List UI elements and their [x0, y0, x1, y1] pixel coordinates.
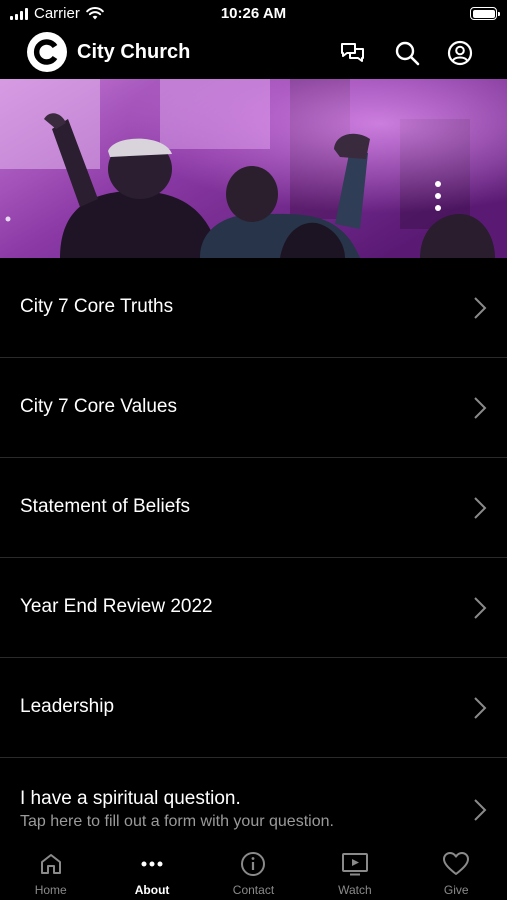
menu-item-leadership[interactable]: Leadership — [0, 658, 507, 758]
chevron-right-icon — [474, 799, 487, 821]
app-title: City Church — [77, 41, 191, 63]
tab-contact[interactable]: Contact — [203, 842, 304, 900]
menu-item-spiritual-question[interactable]: I have a spiritual question. Tap here to… — [0, 758, 507, 848]
tab-label: Contact — [232, 883, 275, 897]
menu-item-core-truths[interactable]: City 7 Core Truths — [0, 258, 507, 358]
status-bar: Carrier 10:26 AM — [0, 0, 507, 28]
tab-label: Home — [34, 883, 67, 897]
menu-item-label: Year End Review 2022 — [20, 596, 213, 617]
chevron-right-icon — [474, 397, 487, 419]
tab-label: Give — [443, 883, 469, 897]
chat-icon[interactable] — [338, 38, 368, 68]
more-dots-icon — [138, 850, 166, 878]
chevron-right-icon — [474, 597, 487, 619]
menu-item-label: Statement of Beliefs — [20, 496, 191, 517]
menu-item-label: City 7 Core Truths — [20, 296, 174, 317]
tab-bar: Home About Contact Watch Give — [0, 842, 507, 900]
menu-item-statement-of-beliefs[interactable]: Statement of Beliefs — [0, 458, 507, 558]
tv-play-icon — [341, 850, 369, 878]
profile-icon[interactable] — [445, 38, 475, 68]
chevron-right-icon — [474, 697, 487, 719]
menu-item-label: City 7 Core Values — [20, 396, 177, 417]
menu-item-label: Leadership — [20, 696, 115, 717]
tab-give[interactable]: Give — [406, 842, 507, 900]
chevron-right-icon — [474, 497, 487, 519]
menu-item-core-values[interactable]: City 7 Core Values — [0, 358, 507, 458]
chevron-right-icon — [474, 297, 487, 319]
tab-label: Watch — [338, 883, 372, 897]
worship-photo — [0, 79, 507, 258]
tab-label: About — [134, 883, 170, 897]
about-menu-list: City 7 Core Truths City 7 Core Values St… — [0, 258, 507, 848]
menu-item-year-end-review[interactable]: Year End Review 2022 — [0, 558, 507, 658]
tab-home[interactable]: Home — [0, 842, 101, 900]
info-icon — [239, 850, 267, 878]
tab-watch[interactable]: Watch — [304, 842, 405, 900]
home-icon — [37, 850, 65, 878]
menu-item-subtitle: Tap here to fill out a form with your qu… — [20, 813, 334, 830]
heart-icon — [442, 850, 470, 878]
church-logo-icon — [27, 32, 67, 72]
hero-image — [0, 79, 507, 258]
battery-icon — [470, 7, 500, 20]
tab-about[interactable]: About — [101, 842, 202, 900]
app-header: City Church — [0, 28, 507, 79]
search-icon[interactable] — [392, 38, 422, 68]
menu-item-label: I have a spiritual question. — [20, 788, 241, 809]
status-time: 10:26 AM — [220, 5, 287, 22]
